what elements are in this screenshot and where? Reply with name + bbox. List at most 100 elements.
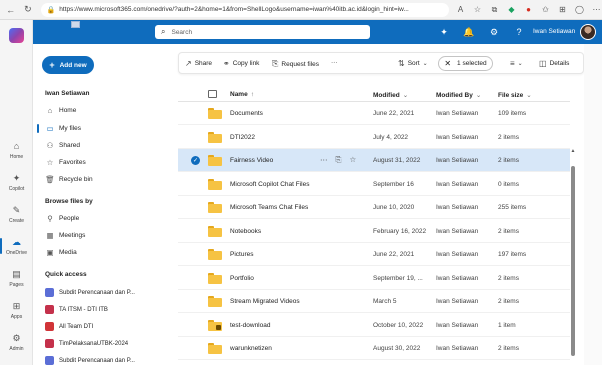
- scroll-up-icon[interactable]: ▲: [570, 148, 576, 154]
- rail-item-copilot[interactable]: ✦ Copilot: [0, 172, 33, 193]
- modified-by: Iwan Setiawan: [436, 157, 479, 164]
- nav-item-meetings[interactable]: ▦ Meetings: [45, 231, 85, 240]
- extension-icon[interactable]: ⧉: [489, 4, 500, 15]
- profile-icon[interactable]: ◯: [574, 4, 585, 15]
- top-bar: ⌕ Search ✦ 🔔 ⚙ ? Iwan Setiawan: [33, 20, 602, 44]
- share-icon: ↗: [185, 59, 192, 68]
- star-icon[interactable]: ☆: [472, 4, 483, 15]
- rail-item-admin[interactable]: ⚙ Admin: [0, 332, 33, 353]
- avatar[interactable]: [580, 24, 596, 40]
- scroll-thumb[interactable]: [571, 166, 575, 356]
- rail-item-home[interactable]: ⌂ Home: [0, 140, 33, 160]
- quick-access-item[interactable]: All Team DTI: [45, 322, 93, 331]
- table-row[interactable]: DTI2022 July 4, 2022 Iwan Setiawan 2 items: [178, 126, 570, 149]
- column-file-size[interactable]: File size ⌄: [498, 91, 532, 99]
- user-name[interactable]: Iwan Setiawan: [533, 28, 575, 35]
- column-name[interactable]: Name ↑: [230, 91, 254, 98]
- share-icon[interactable]: ⎘: [336, 155, 342, 165]
- nav-item-favorites[interactable]: ☆ Favorites: [45, 158, 86, 167]
- read-aloud-icon[interactable]: A: [455, 4, 466, 15]
- rail-item-apps[interactable]: ⊞ Apps: [0, 300, 33, 321]
- file-name[interactable]: Documents: [230, 110, 263, 117]
- nav-item-media[interactable]: ▣ Media: [45, 248, 76, 257]
- table-row[interactable]: test-download October 10, 2022 Iwan Setiaw…: [178, 314, 570, 337]
- table-row[interactable]: Documents June 22, 2021 Iwan Setiawan 109 i…: [178, 102, 570, 125]
- more-button[interactable]: ···: [331, 59, 338, 66]
- file-name[interactable]: Notebooks: [230, 228, 261, 235]
- file-name[interactable]: Fairness Video: [230, 157, 273, 164]
- menu-icon[interactable]: ⋯: [591, 4, 602, 15]
- table-row[interactable]: Notebooks February 16, 2022 Iwan Setiawan 2…: [178, 220, 570, 243]
- more-icon[interactable]: ⋯: [320, 155, 328, 165]
- search-placeholder: Search: [171, 28, 193, 36]
- star-icon[interactable]: ☆: [350, 155, 357, 165]
- modified-date: June 22, 2021: [373, 110, 415, 117]
- checkmark-icon[interactable]: ✓: [191, 156, 200, 165]
- file-size: 2 items: [498, 274, 519, 282]
- nav-item-people[interactable]: ⚲ People: [45, 214, 79, 223]
- modified-by: Iwan Setiawan: [436, 204, 479, 211]
- add-new-button[interactable]: + Add new: [42, 56, 94, 74]
- details-pane-icon: ◫: [539, 59, 547, 68]
- file-name[interactable]: Stream Migrated Videos: [230, 298, 300, 305]
- table-row[interactable]: ✓ Fairness Video ⋯ ⎘ ☆ August 31, 2022 Iwan Se…: [178, 149, 570, 172]
- file-name[interactable]: DTI2022: [230, 134, 255, 141]
- quick-access-item[interactable]: Subdit Perencanaan dan P...: [45, 288, 135, 297]
- table-row[interactable]: Microsoft Copilot Chat Files September 16…: [178, 173, 570, 196]
- modified-by: Iwan Setiawan: [436, 274, 479, 282]
- view-options-button[interactable]: ≡ ⌄: [510, 59, 526, 68]
- pages-icon: ▤: [12, 268, 21, 279]
- file-size: 2 items: [498, 345, 519, 352]
- chevron-down-icon: ⌄: [517, 61, 523, 67]
- help-icon[interactable]: ?: [513, 26, 525, 38]
- table-row[interactable]: Pictures June 22, 2021 Iwan Setiawan 197 it…: [178, 243, 570, 266]
- record-icon[interactable]: ●: [523, 4, 534, 15]
- sort-arrow-icon: ↑: [250, 91, 254, 98]
- nav-item-shared[interactable]: ⚇ Shared: [45, 141, 80, 150]
- search-input[interactable]: ⌕ Search: [155, 25, 370, 39]
- table-row[interactable]: Microsoft Teams Chat Files June 10, 2020 I…: [178, 196, 570, 219]
- rail-item-create[interactable]: ✎ Create: [0, 204, 33, 225]
- copy-link-button[interactable]: ⚭ Copy link: [223, 59, 259, 68]
- quick-access-item[interactable]: Subdit Perencanaan dan P...: [45, 356, 135, 365]
- file-name[interactable]: test-download: [230, 322, 270, 329]
- microsoft365-logo-icon[interactable]: [9, 28, 24, 43]
- rail-item-pages[interactable]: ▤ Pages: [0, 268, 33, 289]
- file-name[interactable]: Portfolio: [230, 275, 254, 282]
- row-actions: ⋯ ⎘ ☆: [320, 155, 356, 165]
- collections-icon[interactable]: ⊞: [557, 4, 568, 15]
- share-button[interactable]: ↗ Share: [185, 59, 212, 68]
- settings-icon[interactable]: ⚙: [488, 26, 500, 38]
- nav-item-home[interactable]: ⌂ Home: [45, 106, 77, 115]
- main-content: ↗ Share ⚭ Copy link ⎘ Request files ··· …: [178, 44, 584, 365]
- notifications-icon[interactable]: 🔔: [463, 26, 475, 38]
- nav-item-my-files[interactable]: ▭ My files: [36, 124, 81, 133]
- favorites-icon[interactable]: ✩: [540, 4, 551, 15]
- scrollbar[interactable]: ▲: [570, 66, 576, 365]
- request-files-button[interactable]: ⎘ Request files: [272, 59, 319, 69]
- file-name[interactable]: warunknetizen: [230, 345, 272, 352]
- copilot-icon[interactable]: ✦: [438, 26, 450, 38]
- table-row[interactable]: Stream Migrated Videos March 5 Iwan Setiaw…: [178, 290, 570, 313]
- column-modified[interactable]: Modified ⌄: [373, 91, 408, 99]
- rail-item-onedrive[interactable]: ☁ OneDrive: [0, 236, 33, 256]
- details-button[interactable]: ◫ Details: [539, 59, 569, 68]
- file-name[interactable]: Microsoft Teams Chat Files: [230, 204, 308, 211]
- table-row[interactable]: warunknetizen August 30, 2022 Iwan Setiawa…: [178, 337, 570, 360]
- clear-selection-button[interactable]: ✕ 1 selected: [438, 56, 493, 71]
- refresh-icon[interactable]: ↻: [21, 3, 34, 17]
- nav-item-recycle-bin[interactable]: 🗑 Recycle bin: [45, 175, 92, 184]
- quick-access-item[interactable]: TimPelaksanaUTBK-2024: [45, 339, 128, 348]
- sort-button[interactable]: ⇅ Sort ⌄: [398, 59, 431, 68]
- file-name[interactable]: Microsoft Copilot Chat Files: [230, 181, 309, 188]
- folder-icon: [208, 319, 222, 331]
- shield-icon[interactable]: ◆: [506, 4, 517, 15]
- table-row[interactable]: Portfolio September 19, ... Iwan Setiawan 2…: [178, 267, 570, 290]
- back-icon[interactable]: ←: [4, 3, 17, 17]
- column-modified-by[interactable]: Modified By ⌄: [436, 91, 481, 99]
- folder-icon: [208, 178, 222, 190]
- address-bar[interactable]: 🔒 https://www.microsoft365.com/onedrive/…: [40, 2, 449, 17]
- quick-access-item[interactable]: TA ITSM - DTI ITB: [45, 305, 108, 314]
- file-name[interactable]: Pictures: [230, 251, 253, 258]
- modified-by: Iwan Setiawan: [436, 298, 479, 305]
